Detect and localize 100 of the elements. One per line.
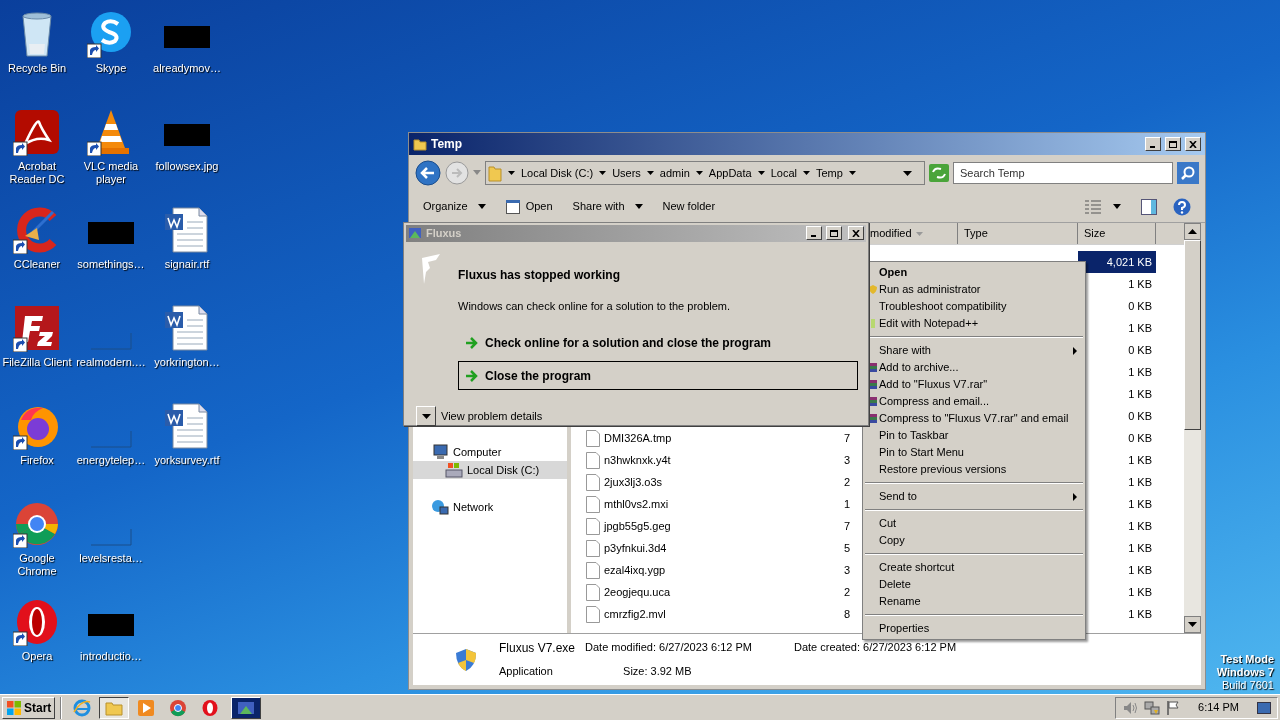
detail-text: Date modified: 6/27/2023 6:12 PM	[585, 640, 752, 656]
caret-icon	[599, 171, 607, 175]
date-text: 2	[844, 475, 851, 488]
system-text: Windows 7	[1216, 666, 1274, 679]
icon-label[interactable]: alreadymov…	[150, 62, 224, 75]
pane-icon	[1141, 198, 1157, 215]
file-icon	[586, 495, 600, 513]
icon-label[interactable]: FileZilla Client	[0, 356, 74, 369]
breadcrumb[interactable]: Local	[770, 164, 797, 182]
help-icon	[1173, 197, 1191, 216]
icon-label[interactable]: introductio…	[74, 650, 148, 663]
detail-text: Date created: 6/27/2023 6:12 PM	[794, 640, 957, 656]
menu-item[interactable]: Send to	[863, 488, 1085, 505]
nav-item[interactable]: Local Disk (C:)	[413, 461, 567, 479]
breadcrumb[interactable]: Users	[612, 164, 641, 182]
caret-icon	[646, 171, 654, 175]
icon-label[interactable]: followsex.jpg	[150, 160, 224, 173]
maximize-button[interactable]	[1165, 137, 1181, 151]
speaker-icon	[1122, 700, 1139, 715]
date-text: 3	[844, 453, 851, 466]
toolbar-button[interactable]: New folder	[654, 194, 724, 219]
file-name: Fluxus V7.exe	[499, 640, 576, 658]
start-button[interactable]: Start	[2, 696, 56, 719]
taskbar-app[interactable]	[99, 696, 130, 719]
detail-text: Application	[499, 664, 554, 680]
expand-button[interactable]	[416, 406, 436, 426]
size-cell[interactable]: 4,021 KB	[1078, 251, 1156, 273]
caret-icon	[848, 171, 856, 175]
scroll-thumb[interactable]	[1184, 240, 1201, 430]
menu-item[interactable]: Delete	[863, 576, 1085, 593]
file-name: DMI326A.tmp	[604, 430, 672, 446]
search-button[interactable]	[1177, 162, 1199, 184]
shield-icon	[869, 285, 877, 294]
breadcrumb[interactable]: AppData	[708, 164, 752, 182]
menu-item[interactable]: Restore previous versions	[863, 461, 1085, 478]
toolbar-button[interactable]: Open	[497, 194, 561, 219]
icon-label[interactable]: Recycle Bin	[0, 62, 74, 75]
file-icon	[586, 605, 600, 623]
file-name: ezal4ixq.ygp	[604, 562, 666, 578]
menu-item[interactable]: Cut	[863, 515, 1085, 532]
file-name: cmrzfig2.mvl	[604, 606, 666, 622]
computer-icon	[431, 444, 449, 460]
toolbar-button[interactable]: Organize	[415, 194, 494, 219]
column-header[interactable]: Type	[958, 223, 1078, 244]
icon-label[interactable]: realmodern.…	[74, 356, 148, 369]
option-button[interactable]: Check online for a solution and close the program	[458, 328, 858, 357]
icon-label[interactable]: Firefox	[0, 454, 74, 467]
icon-label[interactable]: CCleaner	[0, 258, 74, 271]
file-name: 2jux3lj3.o3s	[604, 474, 663, 490]
network-icon	[1144, 699, 1161, 716]
file-icon	[586, 583, 600, 601]
refresh-icon	[929, 164, 949, 182]
details-label[interactable]: View problem details	[441, 407, 543, 425]
file-icon	[586, 539, 600, 557]
detail-text: Size: 3.92 MB	[622, 664, 693, 680]
address-bar[interactable]: Local Disk (C:) Users admin AppData Local Temp	[485, 161, 925, 185]
close-button[interactable]	[848, 226, 864, 241]
close-button[interactable]	[1185, 137, 1201, 151]
icon-label[interactable]: Google Chrome	[0, 552, 74, 578]
sort-icon	[915, 231, 923, 236]
file-name: p3yfnkui.3d4	[604, 540, 667, 556]
icon-label[interactable]: yorksurvey.rtf	[150, 454, 224, 467]
menu-item[interactable]: Pin to Taskbar	[863, 427, 1085, 444]
column-header[interactable]: Size	[1078, 223, 1156, 244]
file-icon	[586, 561, 600, 579]
search-field[interactable]: Search Temp	[953, 162, 1173, 184]
nav-item[interactable]: Network	[413, 498, 567, 516]
menu-item[interactable]: Rename	[863, 593, 1085, 610]
icon-label[interactable]: yorkrington…	[150, 356, 224, 369]
menu-item[interactable]: Copy	[863, 532, 1085, 549]
icon-label[interactable]: signair.rtf	[150, 258, 224, 271]
date-text: 7	[844, 519, 851, 532]
breadcrumb[interactable]: Local Disk (C:)	[521, 164, 594, 182]
caret-icon	[802, 171, 810, 175]
menu-item[interactable]: Pin to Start Menu	[863, 444, 1085, 461]
date-text: 2	[844, 585, 851, 598]
submenu-arrow-icon	[1073, 493, 1077, 501]
breadcrumb[interactable]: admin	[659, 164, 690, 182]
icon-label[interactable]: Acrobat Reader DC	[0, 160, 74, 186]
scrollbar[interactable]	[1184, 223, 1201, 633]
toolbar-button[interactable]: Share with	[564, 194, 651, 219]
option-button[interactable]: Close the program	[458, 361, 858, 390]
icon-label[interactable]: somethings…	[74, 258, 148, 271]
nav-item[interactable]: Computer	[413, 443, 567, 461]
breadcrumb[interactable]: Temp	[815, 164, 843, 182]
minimize-button[interactable]	[806, 226, 822, 241]
menu-item[interactable]: Properties	[863, 620, 1085, 637]
caret-icon	[757, 171, 765, 175]
file-icon	[586, 451, 600, 469]
icon-label[interactable]: levelsresta…	[74, 552, 148, 565]
icon-label[interactable]: Skype	[74, 62, 148, 75]
menu-item[interactable]: Create shortcut	[863, 559, 1085, 576]
taskbar-task[interactable]	[231, 696, 262, 719]
date-text: 3	[844, 563, 851, 576]
icon-label[interactable]: VLC media player	[74, 160, 148, 186]
close-icon	[1189, 140, 1197, 148]
minimize-button[interactable]	[1145, 137, 1161, 151]
maximize-button[interactable]	[826, 226, 842, 241]
icon-label[interactable]: Opera	[0, 650, 74, 663]
icon-label[interactable]: energytelep…	[74, 454, 148, 467]
